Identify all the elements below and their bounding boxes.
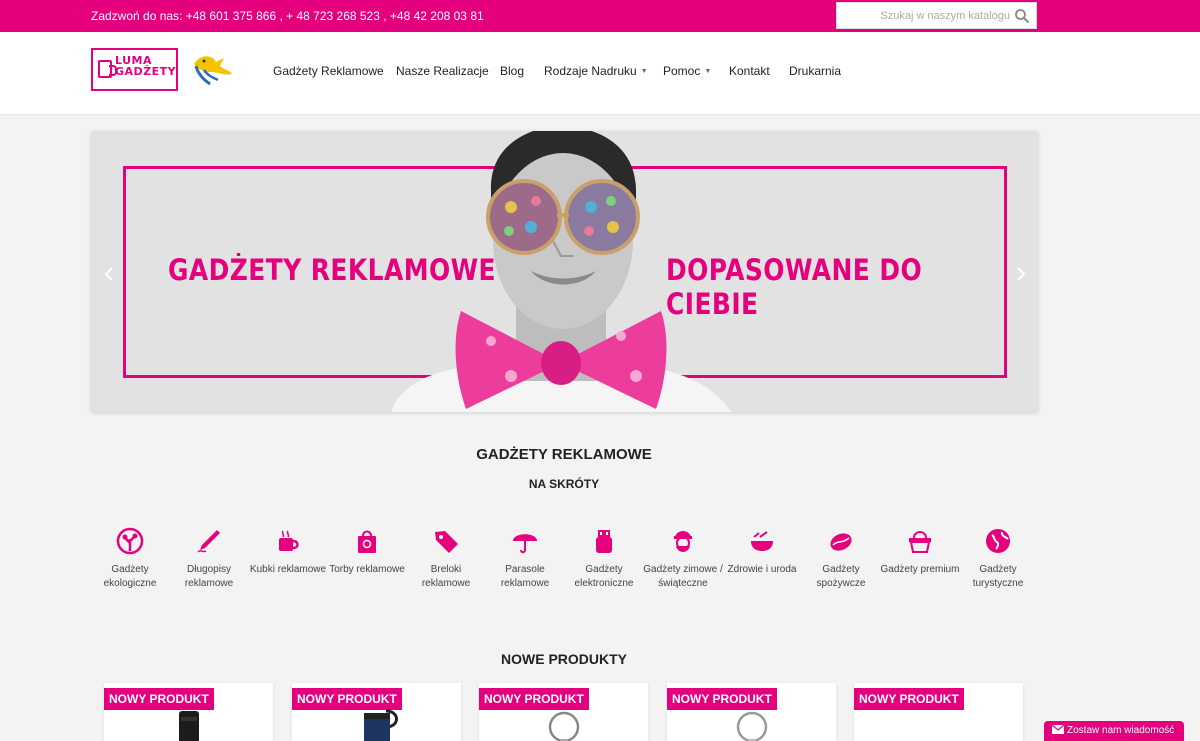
search-icon[interactable]	[1014, 8, 1030, 24]
keyring-image	[736, 711, 768, 741]
site-logo[interactable]: LUMA GADŻETY	[91, 48, 178, 91]
top-bar: Zadzwoń do nas: +48 601 375 866 , + 48 7…	[0, 0, 1200, 32]
category-gadzety-premium[interactable]: Gadżety premium	[880, 527, 960, 577]
new-product-badge: NOWY PRODUKT	[667, 688, 777, 710]
category-label: Gadżety zimowe / świąteczne	[643, 564, 723, 589]
coffee-bean-icon	[830, 533, 852, 551]
new-product-badge: NOWY PRODUKT	[104, 688, 214, 710]
leave-message-button[interactable]: Zostaw nam wiadomość	[1044, 721, 1184, 741]
bowl-icon	[751, 531, 773, 551]
slide-headline-left: GADŻETY REKLAMOWE	[168, 253, 496, 287]
category-label: Parasole reklamowe	[500, 564, 550, 589]
category-gadzety-turystyczne[interactable]: Gadżety turystyczne	[958, 527, 1038, 591]
chevron-left-icon[interactable]	[103, 267, 115, 281]
category-torby-reklamowe[interactable]: Torby reklamowe	[327, 527, 407, 577]
tree-icon	[116, 527, 144, 555]
nav-item-label: Rodzaje Nadruku	[544, 64, 637, 78]
product-card[interactable]: NOWY PRODUKT	[854, 683, 1023, 741]
section-title: GADŻETY REKLAMOWE	[476, 446, 652, 463]
search-box	[836, 2, 1037, 29]
category-dlugopisy-reklamowe[interactable]: Długopisy reklamowe	[169, 527, 249, 591]
nav-item-blog[interactable]: Blog	[500, 64, 524, 78]
nav-item-gadzety-reklamowe[interactable]: Gadżety Reklamowe	[273, 64, 384, 78]
category-label: Torby reklamowe	[329, 564, 405, 575]
category-label: Gadżety elektroniczne	[574, 564, 634, 589]
bottle-image	[179, 711, 199, 741]
chevron-down-icon: ▼	[640, 68, 648, 75]
category-breloki-reklamowe[interactable]: Breloki reklamowe	[406, 527, 486, 591]
new-product-badge: NOWY PRODUKT	[292, 688, 402, 710]
category-zdrowie-i-uroda[interactable]: Zdrowie i uroda	[722, 527, 802, 577]
category-label: Kubki reklamowe	[249, 564, 327, 575]
usb-icon	[596, 530, 612, 553]
nav-item-nasze-realizacje[interactable]: Nasze Realizacje	[396, 64, 489, 78]
nav-item-label: Pomoc	[663, 64, 701, 78]
bird-icon	[194, 56, 232, 86]
category-parasole-reklamowe[interactable]: Parasole reklamowe	[485, 527, 565, 591]
nav-item-pomoc[interactable]: Pomoc ▼	[663, 64, 711, 78]
new-product-badge: NOWY PRODUKT	[479, 688, 589, 710]
search-input[interactable]	[845, 7, 1010, 25]
category-label: Gadżety turystyczne	[972, 564, 1024, 589]
basket-icon	[909, 531, 931, 553]
category-label: Breloki reklamowe	[421, 564, 471, 589]
bottle-image	[364, 709, 398, 741]
tag-icon	[435, 531, 458, 553]
new-products-title: NOWE PRODUKTY	[501, 651, 627, 667]
product-card[interactable]: NOWY PRODUKT	[667, 683, 836, 741]
logo-text: LUMA GADŻETY	[115, 55, 176, 77]
nav-item-rodzaje-nadruku[interactable]: Rodzaje Nadruku ▼	[544, 64, 648, 78]
cup-logo-icon	[98, 60, 117, 78]
envelope-icon	[1052, 725, 1064, 734]
keyring-image	[548, 711, 580, 741]
nav-item-kontakt[interactable]: Kontakt	[729, 64, 770, 78]
chevron-down-icon: ▼	[704, 68, 712, 75]
product-card[interactable]: NOWY PRODUKT	[104, 683, 273, 741]
globe-icon	[986, 529, 1010, 553]
logo-line-2: GADŻETY	[115, 65, 177, 78]
new-product-badge: NOWY PRODUKT	[854, 688, 964, 710]
phone-numbers: Zadzwoń do nas: +48 601 375 866 , + 48 7…	[91, 9, 484, 23]
category-gadzety-spozywcze[interactable]: Gadżety spożywcze	[801, 527, 881, 591]
pen-icon	[197, 530, 220, 553]
chevron-right-icon[interactable]	[1015, 267, 1027, 281]
category-kubki-reklamowe[interactable]: Kubki reklamowe	[248, 527, 328, 577]
hero-slider[interactable]: GADŻETY REKLAMOWE DOPASOWANE DO CIEBIE	[91, 131, 1038, 412]
mug-icon	[279, 530, 299, 551]
bag-icon	[358, 530, 376, 553]
category-label: Gadżety ekologiczne	[103, 564, 157, 589]
category-label: Gadżety spożywcze	[816, 564, 866, 589]
category-label: Gadżety premium	[880, 564, 960, 575]
slide-headline-right: DOPASOWANE DO CIEBIE	[666, 253, 923, 321]
category-gadzety-elektroniczne[interactable]: Gadżety elektroniczne	[564, 527, 644, 591]
umbrella-icon	[513, 534, 537, 554]
category-label: Długopisy reklamowe	[184, 564, 234, 589]
product-card[interactable]: NOWY PRODUKT	[479, 683, 648, 741]
category-gadzety-zimowe-swiateczne[interactable]: Gadżety zimowe / świąteczne	[643, 527, 723, 591]
product-card[interactable]: NOWY PRODUKT	[292, 683, 461, 741]
category-label: Zdrowie i uroda	[727, 564, 797, 575]
santa-icon	[674, 531, 692, 552]
nav-item-drukarnia[interactable]: Drukarnia	[789, 64, 841, 78]
category-gadzety-ekologiczne[interactable]: Gadżety ekologiczne	[90, 527, 170, 591]
section-subtitle: NA SKRÓTY	[528, 477, 600, 491]
site-header: LUMA GADŻETY Gadżety Reklamowe Nasze Rea…	[0, 32, 1200, 115]
leave-message-label: Zostaw nam wiadomość	[1067, 725, 1175, 736]
